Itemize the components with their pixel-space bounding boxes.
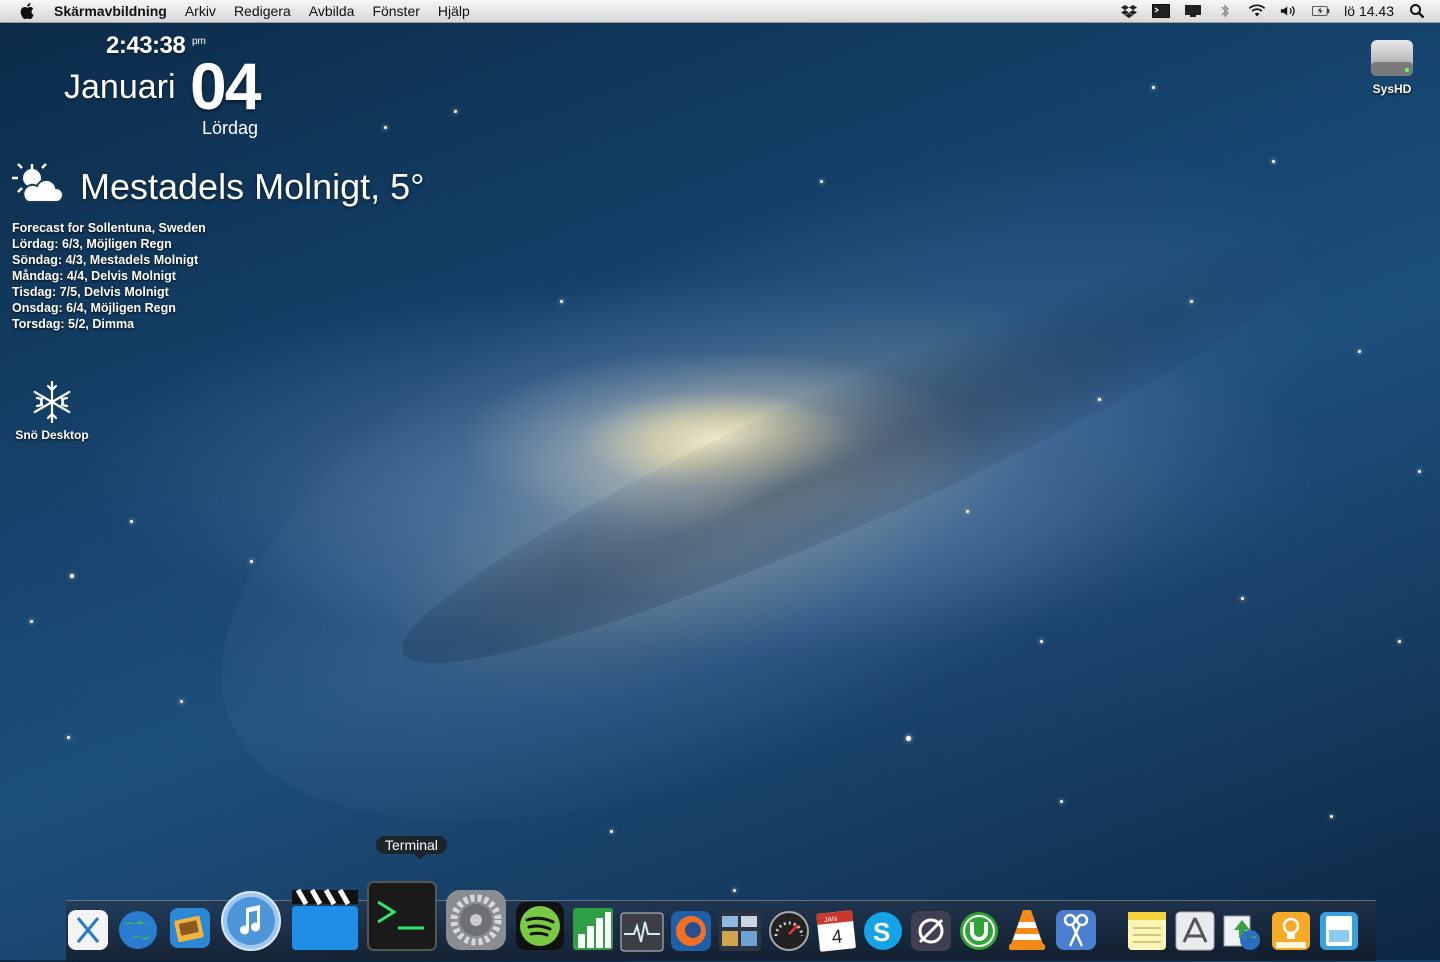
dock-item-skype[interactable]: S bbox=[862, 910, 904, 952]
wifi-icon[interactable] bbox=[1248, 3, 1266, 19]
globe-icon bbox=[119, 911, 157, 949]
dock-item-notes[interactable] bbox=[1126, 910, 1168, 952]
dock-item-system-preferences[interactable] bbox=[444, 888, 508, 952]
bar-chart-icon bbox=[573, 908, 613, 950]
forecast-line: Torsdag: 5/2, Dimma bbox=[12, 317, 135, 331]
hard-drive-icon bbox=[1371, 40, 1413, 76]
speedometer-icon bbox=[769, 911, 809, 951]
menubar-clock[interactable]: lö 14.43 bbox=[1344, 3, 1394, 19]
status-area: lö 14.43 bbox=[1120, 0, 1426, 22]
menu-arkiv[interactable]: Arkiv bbox=[185, 3, 216, 19]
dock-item-itunes[interactable] bbox=[220, 890, 282, 952]
dock-item-scissors[interactable] bbox=[1054, 908, 1098, 952]
scissors-icon bbox=[1056, 910, 1096, 950]
forecast-line: Tisdag: 7/5, Delvis Molnigt bbox=[12, 285, 169, 299]
menu-avbilda[interactable]: Avbilda bbox=[309, 3, 355, 19]
vpn-icon bbox=[911, 911, 951, 951]
dock-items: JAN 4 S bbox=[66, 862, 1366, 952]
dock-item-xquartz[interactable] bbox=[66, 908, 110, 952]
forecast-line: Söndag: 4/3, Mestadels Molnigt bbox=[12, 253, 199, 267]
firefox-icon bbox=[671, 911, 711, 951]
calendar-month: JAN bbox=[824, 916, 838, 924]
clock-weekday: Lördag bbox=[202, 118, 259, 138]
forecast-line: Måndag: 4/4, Delvis Molnigt bbox=[12, 269, 176, 283]
clock-month: Januari bbox=[64, 68, 176, 106]
dock-item-utorrent[interactable] bbox=[958, 910, 1000, 952]
spotlight-icon[interactable] bbox=[1408, 3, 1426, 19]
calendar-icon: JAN 4 bbox=[816, 910, 856, 952]
dock-item-final-cut[interactable] bbox=[288, 880, 360, 952]
dock-item-firefox[interactable] bbox=[670, 910, 712, 952]
clock-day: 04 bbox=[190, 49, 261, 123]
menu-app-name[interactable]: Skärmavbildning bbox=[54, 3, 167, 19]
dock-item-globe[interactable] bbox=[116, 908, 160, 952]
dock-item-mission-control[interactable] bbox=[718, 912, 762, 952]
svg-text:S: S bbox=[873, 917, 890, 947]
photo-browser-icon bbox=[170, 908, 210, 948]
menu-hjalp[interactable]: Hjälp bbox=[438, 3, 470, 19]
spotify-icon bbox=[516, 902, 564, 950]
dock-item-app-store[interactable] bbox=[1174, 910, 1216, 952]
menu-fonster[interactable]: Fönster bbox=[372, 3, 419, 19]
bluetooth-icon[interactable] bbox=[1216, 3, 1234, 19]
dock-item-preview[interactable] bbox=[1318, 910, 1360, 952]
snowflake-icon bbox=[33, 380, 71, 424]
app-store-icon bbox=[1175, 911, 1215, 951]
apple-icon[interactable] bbox=[18, 1, 38, 21]
dock-item-bulb[interactable] bbox=[1270, 910, 1312, 952]
utorrent-icon bbox=[960, 912, 998, 950]
preview-icon bbox=[1320, 912, 1358, 950]
dock-item-vpn[interactable] bbox=[910, 910, 952, 952]
gear-icon bbox=[446, 890, 506, 950]
network-globe-icon bbox=[1223, 915, 1260, 950]
battery-icon[interactable] bbox=[1312, 3, 1330, 19]
desktop-icon-syshd[interactable]: SysHD bbox=[1362, 36, 1422, 96]
forecast-line: Onsdag: 6/4, Möjligen Regn bbox=[12, 301, 176, 315]
dock-item-terminal[interactable] bbox=[366, 880, 438, 952]
itunes-icon bbox=[221, 891, 281, 951]
terminal-icon bbox=[367, 881, 437, 951]
dock-item-network-globe[interactable] bbox=[1222, 910, 1264, 952]
clock-time: 2:43:38 bbox=[106, 32, 186, 59]
vlc-cone-icon bbox=[1009, 910, 1045, 950]
skype-icon: S bbox=[864, 912, 902, 950]
xquartz-icon bbox=[68, 910, 108, 950]
clock-ampm: pm bbox=[192, 36, 206, 47]
forecast-line: Lördag: 6/3, Möjligen Regn bbox=[12, 237, 172, 251]
dock-item-photo-browser[interactable] bbox=[166, 904, 214, 952]
weather-forecast: Forecast for Sollentuna, Sweden Lördag: … bbox=[12, 220, 206, 332]
menu-redigera[interactable]: Redigera bbox=[234, 3, 291, 19]
desktop-label-syshd: SysHD bbox=[1372, 82, 1412, 96]
menu-bar: Skärmavbildning Arkiv Redigera Avbilda F… bbox=[0, 0, 1440, 23]
notes-icon bbox=[1128, 912, 1166, 950]
dock-item-activity-monitor[interactable] bbox=[620, 912, 664, 952]
desktop-label-snow: Snö Desktop bbox=[15, 428, 89, 442]
mission-control-icon bbox=[719, 913, 761, 951]
galaxy-dust-lane bbox=[374, 182, 1346, 718]
dock-item-numbers[interactable] bbox=[572, 906, 614, 952]
dock-item-spotify[interactable] bbox=[514, 900, 566, 952]
clapperboard-icon bbox=[292, 888, 358, 950]
dropbox-icon[interactable] bbox=[1120, 3, 1138, 19]
desktop-icon-snow[interactable]: Snö Desktop bbox=[8, 378, 96, 442]
partly-cloudy-icon bbox=[12, 163, 64, 203]
dock-tooltip: Terminal bbox=[376, 836, 447, 860]
volume-icon[interactable] bbox=[1280, 3, 1298, 19]
weather-current: Mestadels Molnigt, 5° bbox=[80, 166, 425, 207]
lightbulb-icon bbox=[1272, 912, 1310, 950]
dock-item-calendar[interactable]: JAN 4 bbox=[816, 910, 856, 952]
forecast-header: Forecast for Sollentuna, Sweden bbox=[12, 221, 206, 235]
activity-monitor-icon bbox=[620, 912, 664, 952]
dock-item-dashboard[interactable] bbox=[768, 910, 810, 952]
dock-item-vlc[interactable] bbox=[1006, 906, 1048, 952]
terminal-status-icon[interactable] bbox=[1152, 3, 1171, 19]
display-icon[interactable] bbox=[1184, 3, 1202, 19]
